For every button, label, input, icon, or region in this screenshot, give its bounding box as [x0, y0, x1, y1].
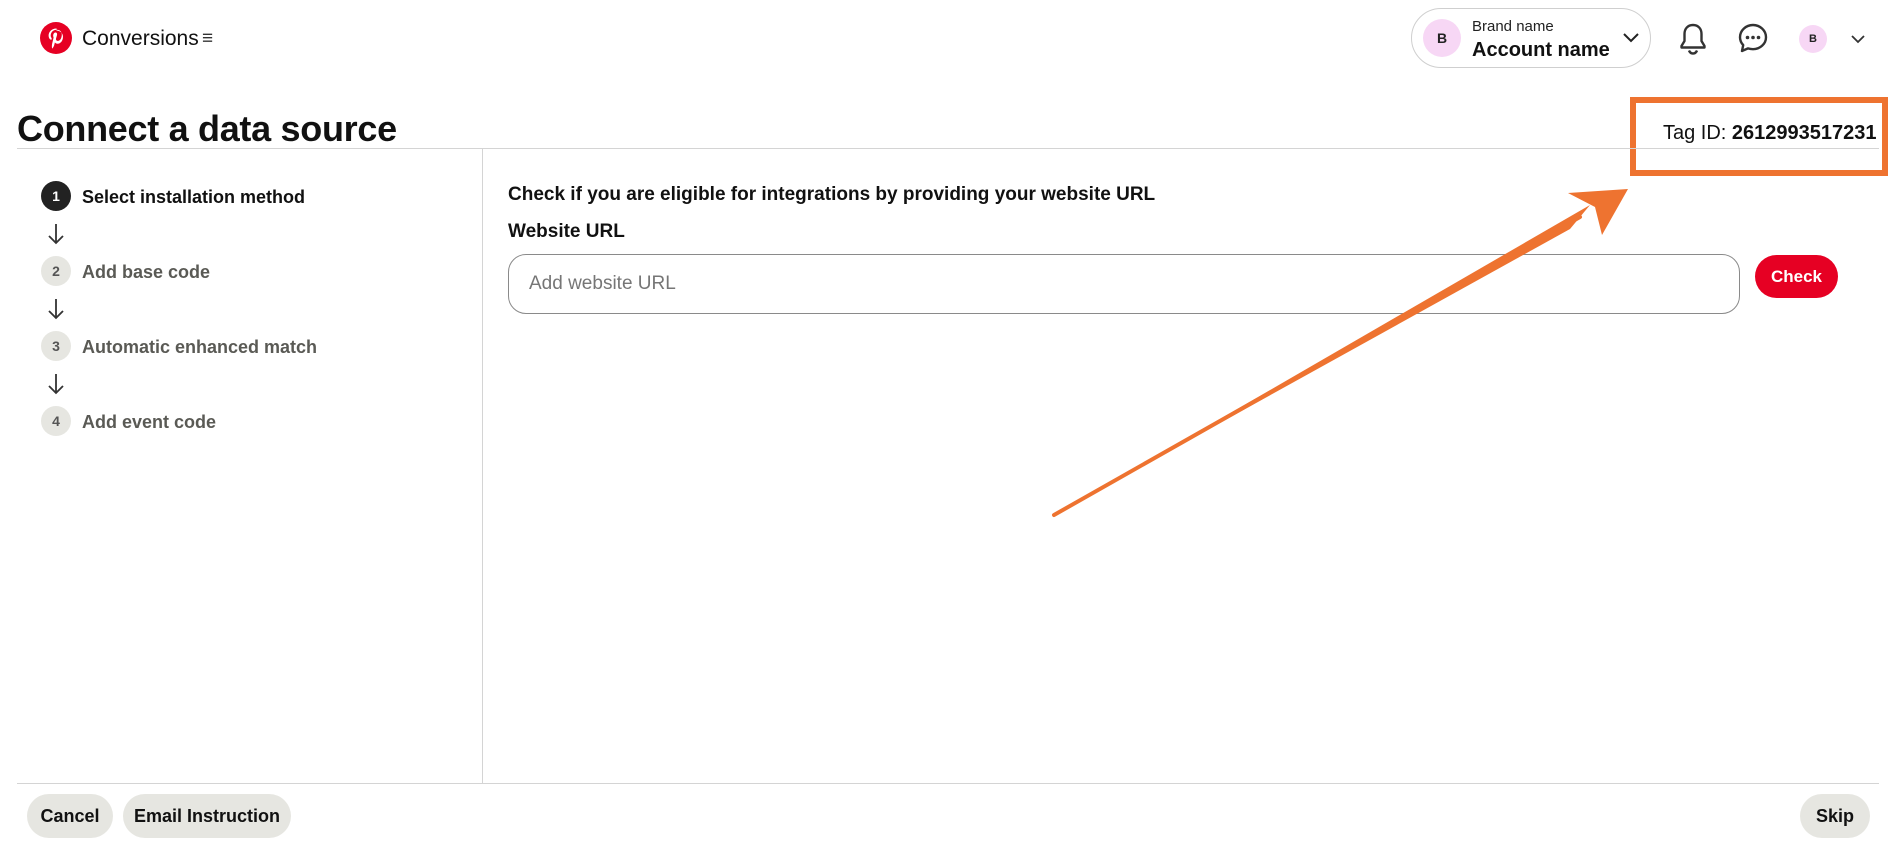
- user-avatar[interactable]: B: [1799, 25, 1827, 53]
- divider: [17, 148, 1879, 149]
- account-name: Account name: [1472, 39, 1610, 61]
- skip-button[interactable]: Skip: [1800, 794, 1870, 838]
- chevron-down-icon[interactable]: [1850, 33, 1866, 45]
- arrow-down-icon: [48, 299, 64, 320]
- step-number-4: 4: [41, 406, 71, 436]
- arrow-down-icon: [48, 374, 64, 395]
- email-instruction-button[interactable]: Email Instruction: [123, 794, 291, 838]
- cancel-button[interactable]: Cancel: [27, 794, 113, 838]
- divider-vertical: [482, 149, 483, 783]
- step-label-1[interactable]: Select installation method: [82, 187, 305, 208]
- step-number-1: 1: [41, 181, 71, 211]
- step-label-3[interactable]: Automatic enhanced match: [82, 337, 317, 358]
- tag-id-label: Tag ID:: [1663, 122, 1727, 144]
- chat-icon[interactable]: [1737, 22, 1769, 54]
- step-label-2[interactable]: Add base code: [82, 262, 210, 283]
- divider: [17, 783, 1879, 784]
- chevron-down-icon: [1623, 33, 1639, 43]
- check-button[interactable]: Check: [1755, 255, 1838, 298]
- page-title: Connect a data source: [17, 108, 397, 149]
- account-switcher[interactable]: B Brand name Account name: [1411, 8, 1651, 68]
- tag-id-value: 2612993517231: [1731, 122, 1877, 144]
- pinterest-logo-icon[interactable]: [40, 22, 72, 54]
- app-name: Conversions: [82, 27, 199, 50]
- step-number-2: 2: [41, 256, 71, 286]
- step-number-3: 3: [41, 331, 71, 361]
- tag-id: Tag ID: 2612993517231: [1663, 122, 1877, 145]
- menu-icon[interactable]: ≡: [202, 29, 213, 48]
- step-label-4[interactable]: Add event code: [82, 412, 216, 433]
- website-url-label: Website URL: [508, 221, 625, 242]
- brand-name: Brand name: [1472, 18, 1554, 35]
- annotation-arrow: [1052, 189, 1628, 517]
- bell-icon[interactable]: [1677, 22, 1709, 56]
- arrow-down-icon: [48, 224, 64, 245]
- account-avatar: B: [1423, 19, 1461, 57]
